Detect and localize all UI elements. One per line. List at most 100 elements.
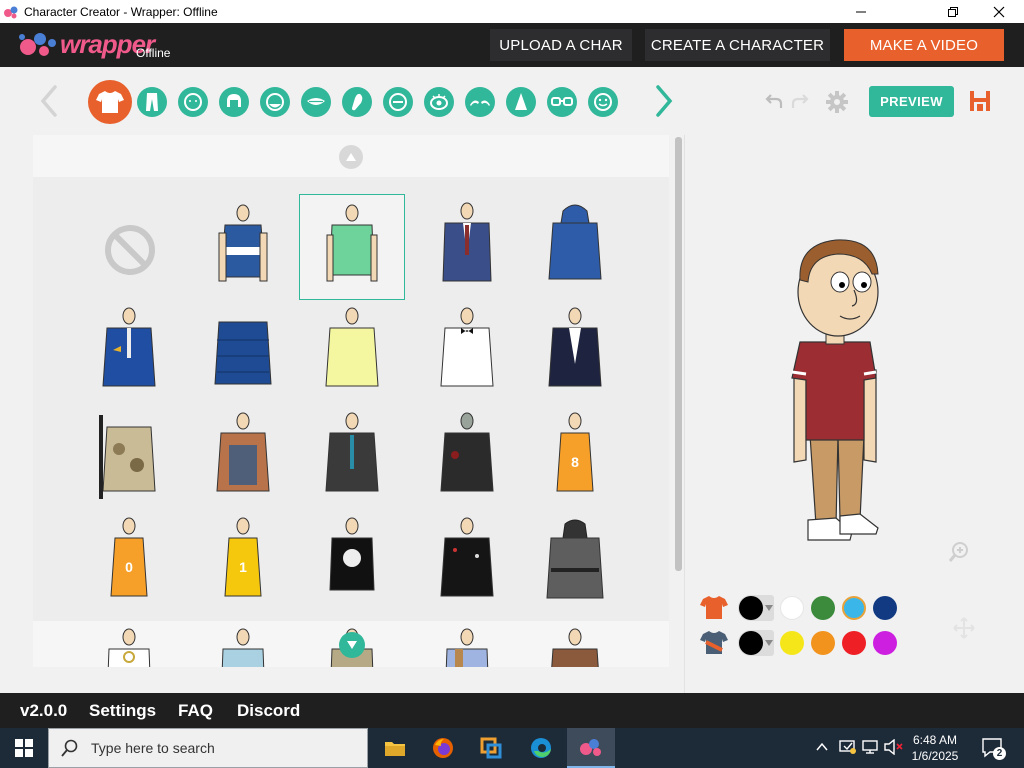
category-face-shape[interactable] — [260, 87, 290, 117]
app-window: Character Creator - Wrapper: Offline wra… — [0, 0, 1024, 768]
preview-button[interactable]: PREVIEW — [869, 86, 954, 117]
redo-icon[interactable] — [791, 93, 809, 109]
clothing-grid: 8 0 1 — [33, 135, 669, 667]
minimize-button[interactable] — [838, 0, 884, 23]
shirt-thumbnail — [546, 519, 604, 599]
item-skull-tshirt[interactable] — [300, 510, 404, 614]
category-head[interactable] — [178, 87, 208, 117]
item-yellow-shirt[interactable] — [300, 300, 404, 404]
shirt-thumbnail — [326, 204, 378, 282]
item-blue-polo[interactable] — [191, 195, 295, 299]
app-squares-icon — [480, 737, 502, 759]
taskbar-file-explorer[interactable] — [371, 728, 419, 768]
gear-icon[interactable] — [825, 90, 849, 114]
category-extras[interactable] — [588, 87, 618, 117]
item-brown-jacket[interactable] — [523, 621, 627, 667]
item-tuxedo[interactable] — [523, 300, 627, 404]
item-blue-hoodie[interactable] — [523, 195, 627, 299]
windows-taskbar: Type here to search 6:48 AM 1/6/2025 2 — [0, 728, 1024, 768]
system-clock[interactable]: 6:48 AM 1/6/2025 — [905, 732, 965, 764]
row2-swatch[interactable] — [842, 631, 866, 655]
category-ear[interactable] — [342, 87, 372, 117]
discord-link[interactable]: Discord — [237, 701, 300, 721]
item-leather-jacket[interactable] — [415, 510, 519, 614]
taskbar-wrapper-offline[interactable] — [567, 728, 615, 768]
item-light-blue-shirt[interactable] — [191, 621, 295, 667]
faq-link[interactable]: FAQ — [178, 701, 213, 721]
color-dropdown-2[interactable] — [738, 630, 774, 656]
item-orange-jersey-0[interactable]: 0 — [77, 510, 181, 614]
item-vest-blue-shirt[interactable] — [415, 621, 519, 667]
shirt-icon — [96, 91, 124, 113]
settings-link[interactable]: Settings — [89, 701, 156, 721]
close-button[interactable] — [976, 0, 1022, 23]
prev-category-icon[interactable] — [37, 84, 61, 118]
version-label: v2.0.0 — [20, 701, 68, 720]
category-nose[interactable] — [506, 87, 536, 117]
search-icon — [61, 739, 78, 757]
restore-button[interactable] — [930, 0, 976, 23]
move-icon[interactable] — [953, 617, 975, 639]
caret-down-icon — [765, 605, 773, 611]
display-icon[interactable] — [862, 739, 880, 755]
chevron-up-icon[interactable] — [816, 742, 828, 752]
shirt-thumbnail — [214, 321, 272, 385]
undo-icon[interactable] — [765, 93, 783, 109]
item-gray-suit[interactable] — [300, 405, 404, 509]
taskbar-search[interactable]: Type here to search — [48, 728, 368, 768]
item-none[interactable] — [77, 195, 181, 299]
category-hair[interactable] — [219, 87, 249, 117]
make-video-button[interactable]: MAKE A VIDEO — [844, 29, 1004, 61]
taskbar-edge[interactable] — [517, 728, 565, 768]
volume-muted-icon[interactable] — [884, 739, 904, 755]
item-puffer-jacket[interactable] — [191, 300, 295, 404]
item-overalls[interactable] — [191, 405, 295, 509]
item-zombie-jacket[interactable] — [415, 405, 519, 509]
grid-scrollbar[interactable] — [675, 137, 682, 571]
taskbar-firefox[interactable] — [419, 728, 467, 768]
item-yellow-jersey-1[interactable]: 1 — [191, 510, 295, 614]
item-white-dress-shirt[interactable] — [415, 300, 519, 404]
item-orange-jersey-8[interactable]: 8 — [523, 405, 627, 509]
row2-swatch[interactable] — [780, 631, 804, 655]
next-category-icon[interactable] — [652, 84, 676, 118]
shirt-thumbnail: 0 — [110, 517, 148, 597]
category-lower-body[interactable] — [137, 87, 167, 117]
item-gray-robe[interactable] — [523, 510, 627, 614]
item-police-uniform[interactable] — [77, 300, 181, 404]
item-camo-jacket[interactable] — [77, 405, 181, 509]
save-icon[interactable] — [969, 90, 991, 112]
category-upper-body[interactable] — [88, 80, 132, 124]
taskbar-app-orange-blue[interactable] — [467, 728, 515, 768]
minimize-icon — [856, 11, 866, 12]
scroll-up-button[interactable] — [339, 145, 363, 169]
category-eyebrow[interactable] — [465, 87, 495, 117]
upload-char-button[interactable]: UPLOAD A CHAR — [490, 29, 632, 61]
category-glasses[interactable] — [547, 87, 577, 117]
network-icon[interactable] — [839, 739, 857, 755]
category-mouth[interactable] — [301, 87, 331, 117]
app-header: wrapper Offline UPLOAD A CHAR CREATE A C… — [0, 23, 1024, 67]
item-green-tshirt[interactable] — [299, 194, 405, 300]
row2-swatch[interactable] — [811, 631, 835, 655]
row1-swatch[interactable] — [842, 596, 866, 620]
create-character-button[interactable]: CREATE A CHARACTER — [645, 29, 830, 61]
eyebrow-icon — [470, 100, 490, 106]
row2-swatch[interactable] — [873, 631, 897, 655]
item-suit-jacket[interactable] — [415, 195, 519, 299]
nose-icon — [515, 93, 527, 110]
wrapper-logo[interactable]: wrapper Offline — [16, 27, 176, 63]
notification-center[interactable]: 2 — [982, 738, 1006, 760]
category-nose-bridge[interactable] — [383, 87, 413, 117]
color-dropdown-1[interactable] — [738, 595, 774, 621]
start-button[interactable] — [0, 728, 48, 768]
item-chain-shirt[interactable] — [77, 621, 181, 667]
scroll-up-bar[interactable] — [33, 135, 669, 177]
category-eye[interactable] — [424, 87, 454, 117]
swatch-current-1 — [739, 596, 763, 620]
row1-swatch[interactable] — [780, 596, 804, 620]
zoom-in-icon[interactable] — [948, 541, 970, 563]
row1-swatch[interactable] — [811, 596, 835, 620]
scroll-down-button[interactable] — [339, 632, 365, 658]
row1-swatch[interactable] — [873, 596, 897, 620]
